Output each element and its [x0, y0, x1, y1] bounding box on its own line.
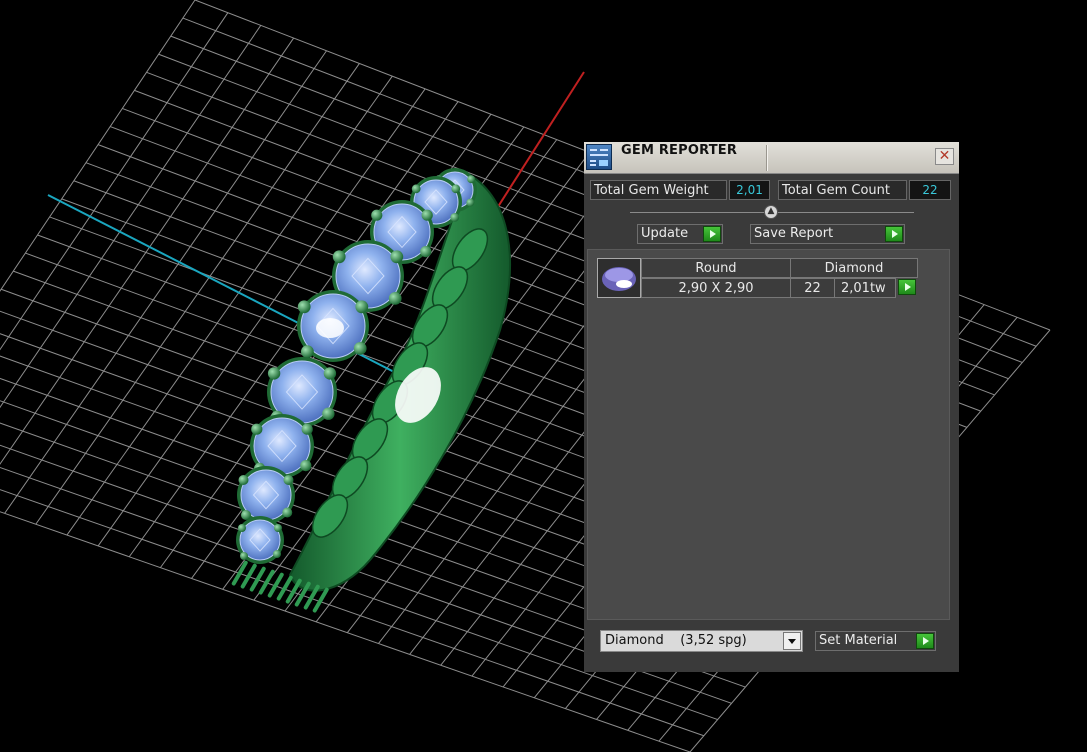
prong-bead	[371, 209, 383, 221]
prong-bead	[388, 292, 402, 305]
material-select[interactable]: Diamond (3,52 spg)	[600, 630, 803, 652]
prong-bead	[332, 250, 346, 264]
gem-reporter-icon	[586, 144, 612, 170]
update-button-label: Update	[641, 226, 689, 241]
total-gem-count-label: Total Gem Count	[778, 180, 907, 200]
prong-bead	[274, 524, 282, 532]
total-gem-weight-value: 2,01	[729, 180, 770, 200]
prong-bead	[300, 460, 312, 472]
gem-count-cell: 22	[790, 278, 835, 298]
save-report-button-label: Save Report	[754, 226, 834, 241]
gem-material-cell: Diamond	[790, 258, 918, 278]
save-report-button[interactable]: Save Report	[750, 224, 905, 244]
gem-highlight	[316, 318, 344, 338]
prong-bead	[467, 175, 476, 184]
prong-bead	[238, 475, 249, 485]
update-button[interactable]: Update	[637, 224, 723, 244]
prong-bead	[238, 524, 246, 532]
total-gem-weight-label: Total Gem Weight	[590, 180, 727, 200]
prong-bead	[450, 213, 460, 222]
gem-weight-cell: 2,01tw	[834, 278, 896, 298]
prong-bead	[283, 475, 294, 485]
prong-bead	[301, 345, 314, 358]
prong-bead	[282, 507, 293, 518]
gem-size-cell: 2,90 X 2,90	[641, 278, 791, 298]
total-gem-count-value: 22	[909, 180, 951, 200]
gem-reporter-panel: GEM REPORTER ✕ Total Gem Weight 2,01 Tot…	[584, 142, 959, 672]
prong-bead	[466, 198, 475, 207]
prong-bead	[240, 552, 248, 560]
prong-bead	[301, 423, 313, 435]
prong-bead	[322, 407, 335, 420]
prong-bead	[390, 250, 404, 264]
title-divider	[766, 145, 768, 171]
prong-bead	[323, 367, 337, 380]
play-icon	[703, 226, 721, 242]
grid-line	[0, 37, 295, 465]
collapse-toggle-icon[interactable]: ▲	[764, 205, 778, 219]
grid-line	[0, 12, 229, 351]
prong-bead	[267, 367, 281, 380]
prong-bead	[421, 209, 433, 221]
stats-row: Total Gem Weight 2,01 Total Gem Count 22	[584, 180, 959, 200]
play-icon	[916, 633, 934, 649]
gem-shape-cell: Round	[641, 258, 791, 278]
prong-bead	[420, 246, 432, 258]
close-icon[interactable]: ✕	[935, 148, 954, 165]
prong-bead	[353, 342, 367, 355]
material-select-value: Diamond (3,52 spg)	[605, 633, 747, 648]
prong-bead	[355, 300, 369, 314]
set-material-button[interactable]: Set Material	[815, 631, 936, 651]
chevron-down-icon[interactable]	[783, 632, 801, 650]
gem-report-list[interactable]: Round Diamond 2,90 X 2,90 22 2,01tw	[587, 249, 950, 620]
play-icon	[898, 279, 916, 295]
play-icon	[885, 226, 903, 242]
prong-bead	[251, 423, 263, 435]
panel-title: GEM REPORTER	[621, 143, 738, 158]
prong-bead	[273, 550, 281, 558]
prong-bead	[451, 184, 461, 194]
round-gem-icon[interactable]	[597, 258, 641, 298]
set-material-button-label: Set Material	[819, 633, 898, 648]
title-bar[interactable]: GEM REPORTER ✕	[584, 142, 959, 174]
gem-row-action-button[interactable]	[895, 278, 918, 298]
prong-bead	[297, 300, 311, 314]
prong-bead	[411, 184, 421, 194]
